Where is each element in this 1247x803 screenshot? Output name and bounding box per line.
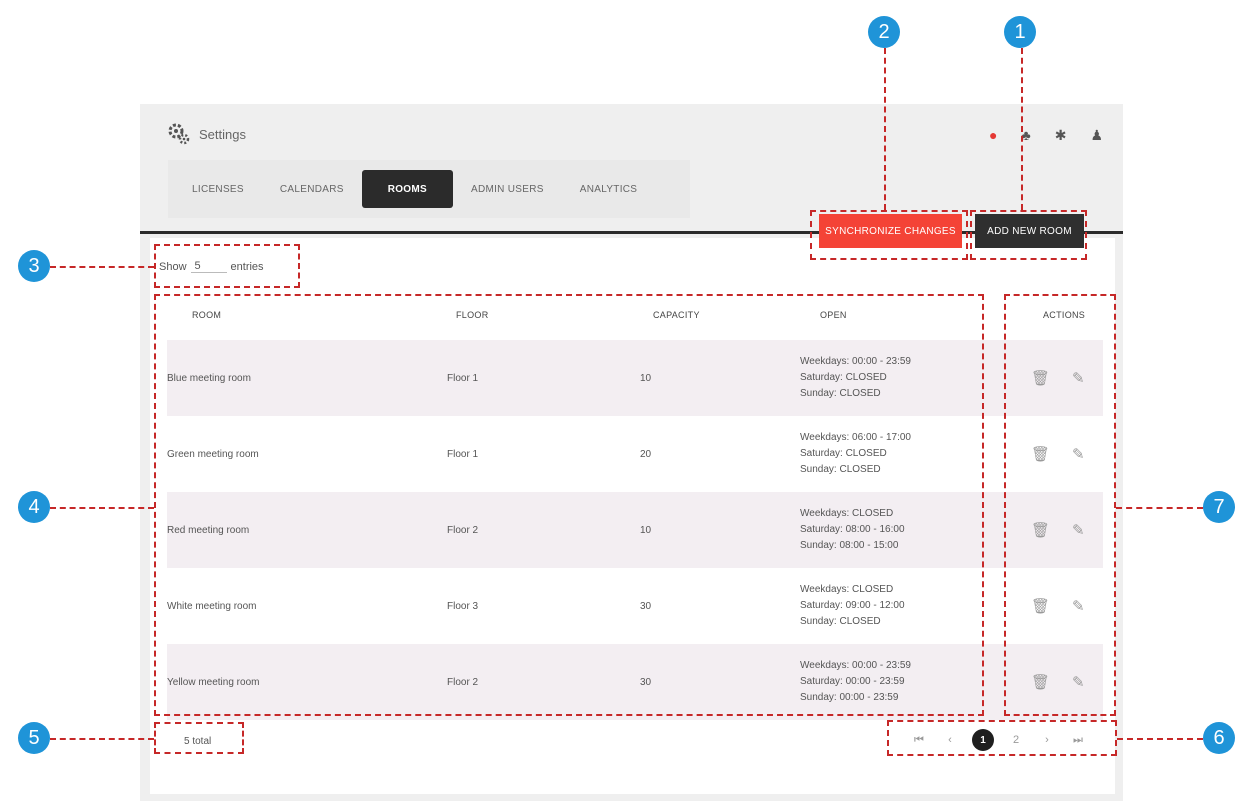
gear-cog-icon <box>168 123 190 145</box>
callout-marker-2: 2 <box>868 16 900 48</box>
leader-line-3 <box>50 266 154 268</box>
tab-analytics[interactable]: ANALYTICS <box>562 170 656 208</box>
leader-line-5 <box>50 738 154 740</box>
header-icons: ● ♣ ✱ ♟ <box>989 128 1103 142</box>
callout-marker-7: 7 <box>1203 491 1235 523</box>
user-icon[interactable]: ♟ <box>1090 128 1103 142</box>
gear-icon[interactable]: ✱ <box>1055 128 1067 142</box>
callout-marker-5: 5 <box>18 722 50 754</box>
tab-rooms[interactable]: ROOMS <box>361 170 453 208</box>
title-row: Settings <box>167 122 246 146</box>
leader-line-6 <box>1117 738 1203 740</box>
callout-box-total <box>154 722 244 754</box>
callout-box-show-entries <box>154 244 300 288</box>
leader-line-1 <box>1021 48 1023 210</box>
leader-line-4 <box>50 507 154 509</box>
callout-marker-6: 6 <box>1203 722 1235 754</box>
callout-box-table <box>154 294 984 716</box>
callout-box-add-room <box>970 210 1087 260</box>
callout-box-actions <box>1004 294 1116 716</box>
tab-admin-users[interactable]: ADMIN USERS <box>453 170 562 208</box>
callout-marker-4: 4 <box>18 491 50 523</box>
callout-box-pagination <box>887 720 1117 756</box>
tab-licenses[interactable]: LICENSES <box>174 170 262 208</box>
tab-bar: LICENSES CALENDARS ROOMS ADMIN USERS ANA… <box>168 160 690 218</box>
leader-line-2 <box>884 48 886 210</box>
alert-icon[interactable]: ● <box>989 128 997 142</box>
callout-marker-3: 3 <box>18 250 50 282</box>
leader-line-7 <box>1116 507 1203 509</box>
callout-box-sync <box>810 210 968 260</box>
page-title: Settings <box>199 126 246 142</box>
callout-marker-1: 1 <box>1004 16 1036 48</box>
tab-calendars[interactable]: CALENDARS <box>262 170 362 208</box>
